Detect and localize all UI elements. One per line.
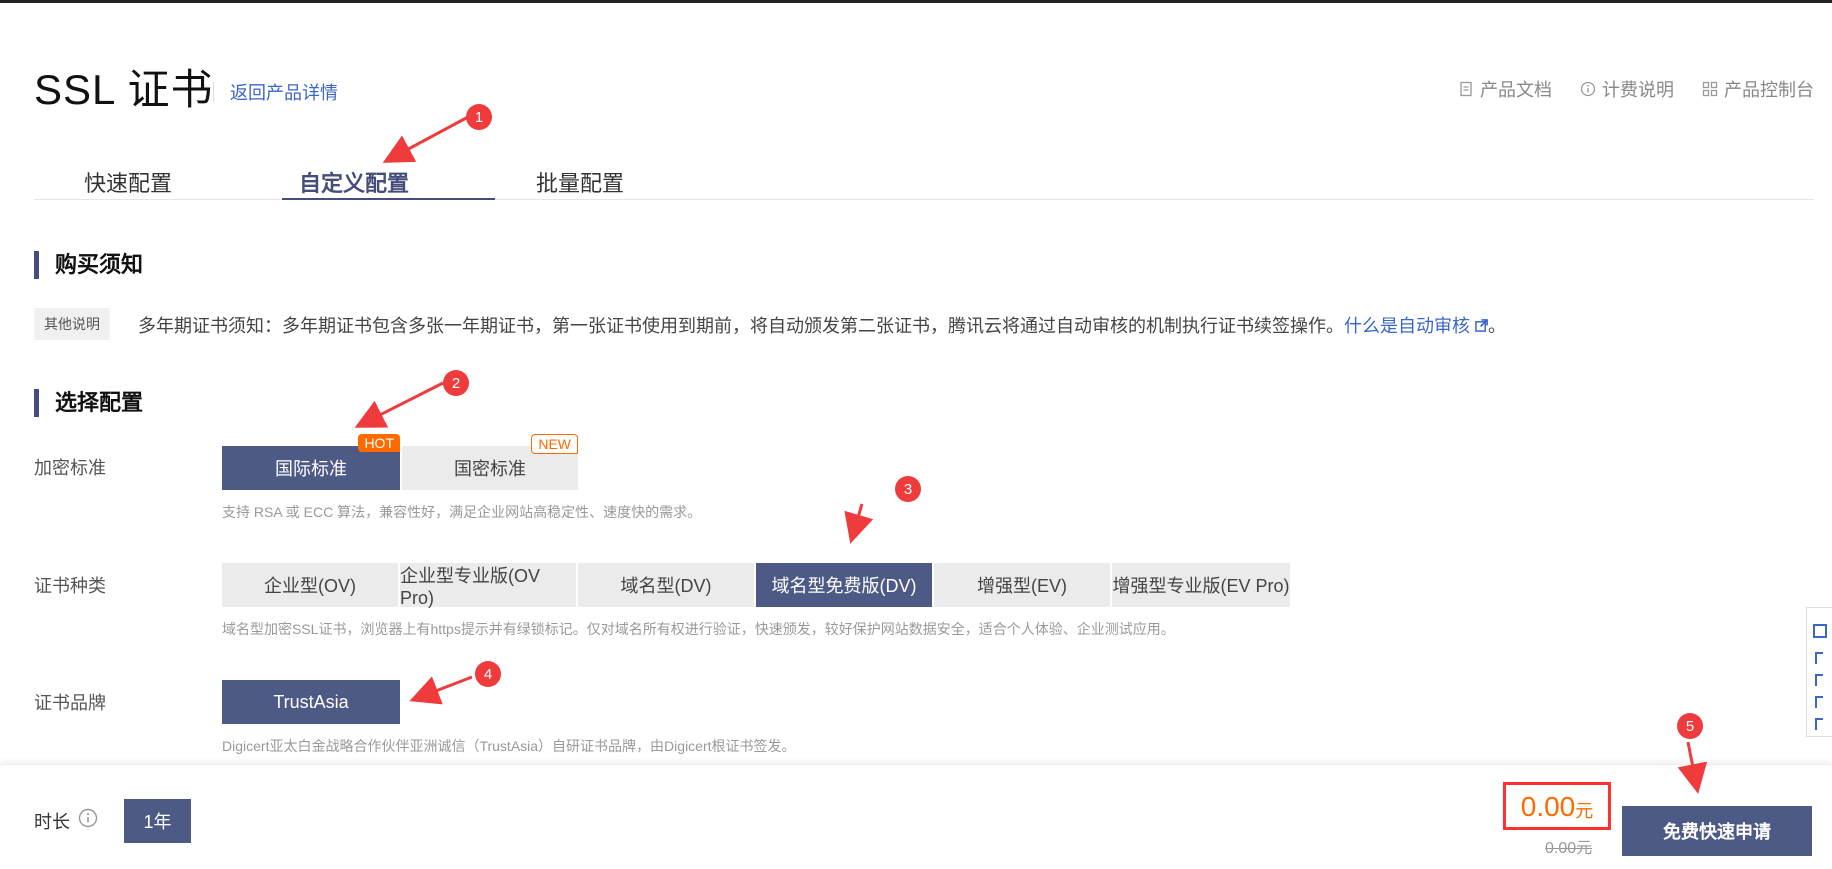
product-console-link[interactable]: 产品控制台 [1702,76,1814,102]
option-trustasia[interactable]: TrustAsia [222,680,400,724]
chat-icon [1813,624,1827,638]
config-tabs: 快速配置 自定义配置 批量配置 [34,160,1814,200]
info-icon [1580,81,1596,97]
price-display: 0.00 元 [1503,782,1611,830]
page-title: SSL 证书 [34,66,214,113]
product-docs-link[interactable]: 产品文档 [1458,76,1552,102]
option-label: 国际标准 [275,459,347,479]
arrow-2 [354,381,444,428]
option-guomi-standard[interactable]: 国密标准 NEW [402,434,578,490]
option-label: 国密标准 [454,459,526,479]
encryption-label: 加密标准 [34,458,106,478]
billing-info-link[interactable]: 计费说明 [1580,76,1674,102]
select-config-heading: 选择配置 [34,389,143,417]
side-widget-text [1815,652,1825,730]
document-icon [1460,81,1472,97]
tab-quick-config[interactable]: 快速配置 [84,166,172,198]
new-badge: NEW [531,434,578,454]
encryption-hint: 支持 RSA 或 ECC 算法，兼容性好，满足企业网站高稳定性、速度快的需求。 [222,504,702,520]
product-docs-label: 产品文档 [1480,80,1552,100]
active-tab-indicator [282,198,495,200]
arrow-4 [409,675,473,705]
annotation-marker-3: 3 [895,476,921,502]
annotation-marker-4: 4 [475,661,501,687]
option-ov-pro[interactable]: 企业型专业版(OV Pro) [400,563,576,608]
duration-option-1-year[interactable]: 1年 [124,799,191,843]
product-console-label: 产品控制台 [1724,80,1814,100]
option-ov[interactable]: 企业型(OV) [222,563,398,607]
notice-body: 多年期证书须知：多年期证书包含多张一年期证书，第一张证书使用到期前，将自动颁发第… [138,316,1344,336]
annotation-marker-2: 2 [443,370,469,396]
back-to-product-link[interactable]: 返回产品详情 [230,79,338,105]
top-border [0,0,1832,3]
arrow-3 [844,503,874,544]
option-ev[interactable]: 增强型(EV) [934,563,1110,607]
duration-label: 时长 [34,812,70,832]
auto-review-link[interactable]: 什么是自动审核 [1344,316,1488,336]
cert-type-label: 证书种类 [34,576,106,596]
cert-brand-options: TrustAsia [222,680,400,724]
cert-brand-label: 证书品牌 [34,693,106,713]
cert-type-hint: 域名型加密SSL证书，浏览器上有https提示并有绿锁标记。仅对域名所有权进行验… [222,621,1175,637]
annotation-marker-5: 5 [1677,713,1703,739]
side-help-widget[interactable] [1806,607,1832,737]
free-quick-apply-button[interactable]: 免费快速申请 [1622,806,1812,856]
notice-end: 。 [1488,316,1507,336]
option-international-standard[interactable]: 国际标准 HOT [222,434,400,490]
option-dv-free[interactable]: 域名型免费版(DV) [756,563,932,607]
cert-type-options: 企业型(OV) 企业型专业版(OV Pro) 域名型(DV) 域名型免费版(DV… [222,563,1290,608]
encryption-options: 国际标准 HOT 国密标准 NEW [222,434,578,490]
annotation-marker-1: 1 [466,104,492,130]
purchase-notice-text: 多年期证书须知：多年期证书包含多张一年期证书，第一张证书使用到期前，将自动颁发第… [138,312,1506,338]
tab-batch-config[interactable]: 批量配置 [536,166,624,198]
purchase-notice-heading: 购买须知 [34,251,143,279]
other-notes-badge: 其他说明 [34,308,110,340]
title-divider [213,82,214,102]
price-value: 0.00 [1520,791,1576,822]
hot-badge: HOT [358,434,400,452]
arrow-1 [382,115,469,163]
billing-info-label: 计费说明 [1602,80,1674,100]
price-unit: 元 [1575,801,1594,821]
external-link-icon [1475,319,1488,332]
option-dv[interactable]: 域名型(DV) [578,563,754,607]
original-price: 0.00元 [1545,840,1593,857]
grid-icon [1702,81,1718,97]
tab-custom-config[interactable]: 自定义配置 [299,166,409,198]
duration-info-icon[interactable] [78,808,98,828]
cert-brand-hint: Digicert亚太白金战略合作伙伴亚洲诚信（TrustAsia）自研证书品牌，… [222,738,796,754]
option-ev-pro[interactable]: 增强型专业版(EV Pro) [1112,563,1290,607]
header-links: 产品文档 计费说明 产品控制台 [1458,76,1814,102]
